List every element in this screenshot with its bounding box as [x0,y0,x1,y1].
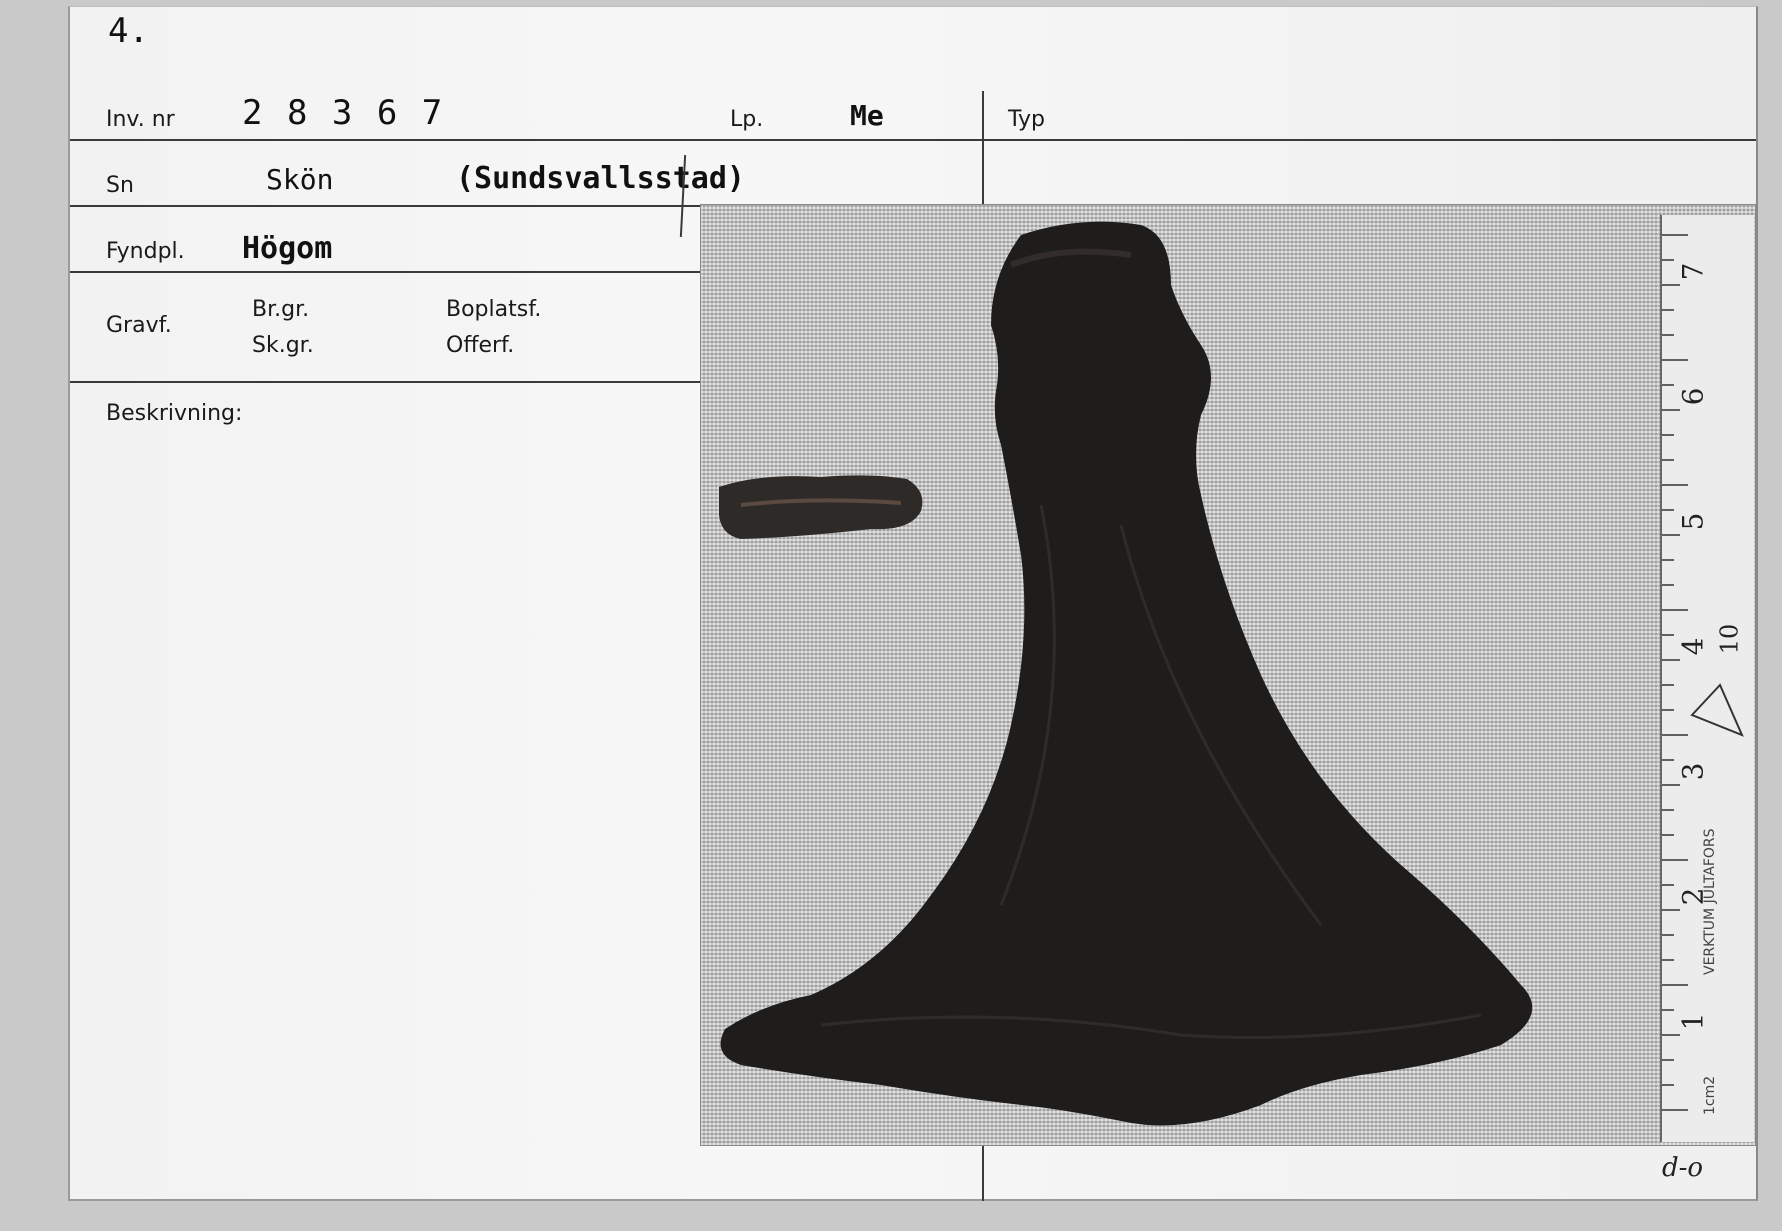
ruler-ticks [1662,234,1744,1111]
ruler-number-6: 6 [1676,387,1710,406]
inv-nr-label: Inv. nr [106,107,175,132]
ruler-number-1: 1 [1676,1012,1710,1031]
beskrivning-label: Beskrivning: [106,401,243,426]
fyndpl-label: Fyndpl. [106,239,185,264]
row-divider-1 [70,139,1756,141]
ruler-small-number: 10 [1715,623,1744,655]
fyndpl-value: Högom [242,231,333,266]
lp-label: Lp. [730,107,764,132]
sn-label: Sn [106,173,134,198]
ruler-number-3: 3 [1676,762,1710,781]
card-number: 4. [108,11,149,51]
signature: d-o [1662,1153,1704,1183]
typ-label: Typ [1008,107,1045,132]
sn-value: Skön [266,163,334,196]
ruler-number-4: 4 [1676,637,1710,656]
ruler-logo [1690,683,1744,737]
artifact-photo [700,204,1756,1146]
lp-value: Me [850,99,884,132]
sk-gr-label: Sk.gr. [252,333,314,358]
ruler-number-5: 5 [1676,512,1710,531]
axe-head [720,221,1533,1126]
iron-fragment [719,475,923,539]
gravf-label: Gravf. [106,313,172,338]
boplatsf-label: Boplatsf. [446,297,542,322]
axe-head-image [719,221,1533,1126]
br-gr-label: Br.gr. [252,297,310,322]
ruler-cm-label: 1cm2 [1702,1075,1718,1115]
scale-ruler: 1 2 3 4 5 6 7 10 VERKTUM JULTAFORS 1cm2 [1660,215,1754,1142]
inv-nr-value: 2 8 3 6 7 [242,93,445,133]
ruler-brand: VERKTUM JULTAFORS [1702,828,1718,975]
ruler-number-7: 7 [1676,262,1710,281]
offerf-label: Offerf. [446,333,515,358]
sn-value-extra: (Sundsvallsstad) [456,161,745,196]
